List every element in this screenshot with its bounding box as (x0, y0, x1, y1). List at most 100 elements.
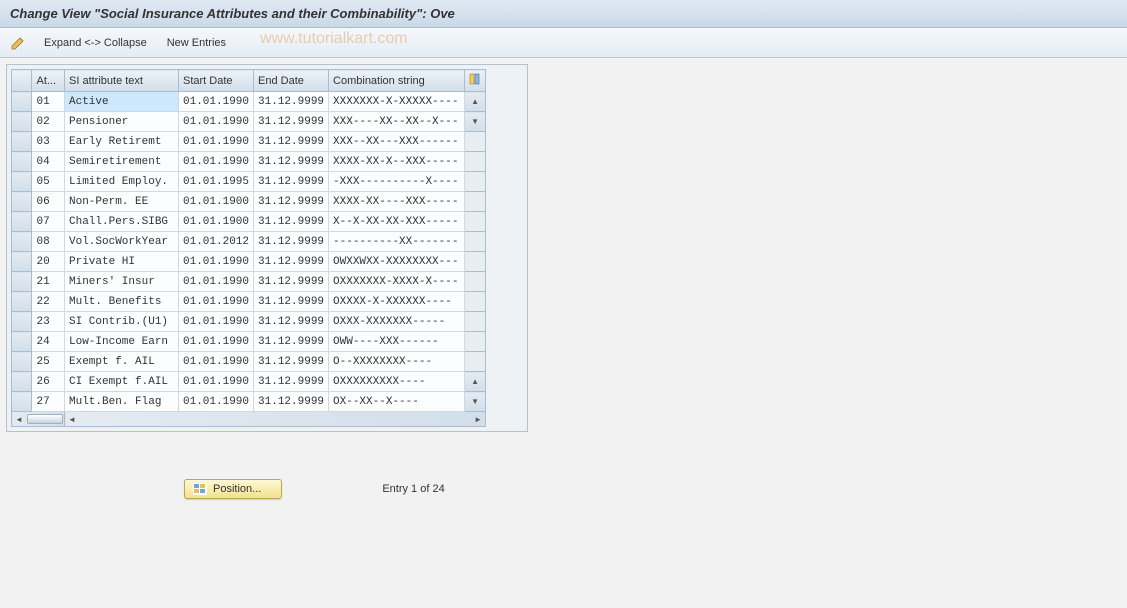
vscroll-track[interactable] (465, 332, 486, 352)
row-handle[interactable] (12, 132, 32, 152)
hscroll-left-icon[interactable]: ◄ (12, 415, 26, 424)
cell-end-date[interactable]: 31.12.9999 (254, 252, 329, 272)
cell-text[interactable]: Non-Perm. EE (65, 192, 179, 212)
table-row[interactable]: 22Mult. Benefits01.01.199031.12.9999 OXX… (12, 292, 486, 312)
cell-combination[interactable]: OWW----XXX------ (329, 332, 465, 352)
table-row[interactable]: 26CI Exempt f.AIL01.01.199031.12.9999 OX… (12, 372, 486, 392)
cell-text[interactable]: Mult.Ben. Flag (65, 392, 179, 412)
row-handle[interactable] (12, 292, 32, 312)
table-row[interactable]: 27Mult.Ben. Flag01.01.199031.12.9999 OX-… (12, 392, 486, 412)
cell-at[interactable]: 22 (32, 292, 65, 312)
cell-at[interactable]: 25 (32, 352, 65, 372)
vscroll-track[interactable] (465, 212, 486, 232)
vscroll-track[interactable] (465, 252, 486, 272)
cell-text[interactable]: Limited Employ. (65, 172, 179, 192)
cell-combination[interactable]: OWXXWXX-XXXXXXXX--- (329, 252, 465, 272)
cell-at[interactable]: 08 (32, 232, 65, 252)
table-row[interactable]: 04Semiretirement01.01.199031.12.9999XXXX… (12, 152, 486, 172)
table-row[interactable]: 06Non-Perm. EE01.01.190031.12.9999XXXX-X… (12, 192, 486, 212)
row-handle[interactable] (12, 332, 32, 352)
cell-text[interactable]: Mult. Benefits (65, 292, 179, 312)
vscroll-track[interactable] (465, 292, 486, 312)
cell-start-date[interactable]: 01.01.1990 (179, 352, 254, 372)
cell-end-date[interactable]: 31.12.9999 (254, 232, 329, 252)
new-entries-button[interactable]: New Entries (163, 35, 230, 51)
cell-end-date[interactable]: 31.12.9999 (254, 112, 329, 132)
cell-start-date[interactable]: 01.01.1990 (179, 372, 254, 392)
table-settings-icon[interactable] (469, 77, 481, 88)
header-row-handle[interactable] (12, 70, 32, 92)
cell-combination[interactable]: X--X-XX-XX-XXX----- (329, 212, 465, 232)
row-handle[interactable] (12, 392, 32, 412)
cell-at[interactable]: 06 (32, 192, 65, 212)
cell-end-date[interactable]: 31.12.9999 (254, 272, 329, 292)
cell-start-date[interactable]: 01.01.1990 (179, 152, 254, 172)
column-header-text[interactable]: SI attribute text (65, 70, 179, 92)
cell-end-date[interactable]: 31.12.9999 (254, 392, 329, 412)
row-handle[interactable] (12, 252, 32, 272)
cell-end-date[interactable]: 31.12.9999 (254, 292, 329, 312)
cell-text[interactable]: Active (65, 92, 179, 112)
row-handle[interactable] (12, 272, 32, 292)
cell-text[interactable]: CI Exempt f.AIL (65, 372, 179, 392)
expand-collapse-button[interactable]: Expand <-> Collapse (40, 35, 151, 51)
vscroll-up-icon[interactable]: ▲ (465, 92, 486, 112)
cell-at[interactable]: 07 (32, 212, 65, 232)
cell-at[interactable]: 02 (32, 112, 65, 132)
cell-at[interactable]: 05 (32, 172, 65, 192)
table-row[interactable]: 23SI Contrib.(U1)01.01.199031.12.9999 OX… (12, 312, 486, 332)
cell-start-date[interactable]: 01.01.1990 (179, 112, 254, 132)
cell-start-date[interactable]: 01.01.1990 (179, 292, 254, 312)
row-handle[interactable] (12, 232, 32, 252)
row-handle[interactable] (12, 372, 32, 392)
cell-at[interactable]: 27 (32, 392, 65, 412)
cell-start-date[interactable]: 01.01.1990 (179, 312, 254, 332)
cell-combination[interactable]: XXXX-XX----XXX----- (329, 192, 465, 212)
vscroll-down-icon[interactable]: ▼ (465, 392, 486, 412)
cell-text[interactable]: Semiretirement (65, 152, 179, 172)
cell-at[interactable]: 24 (32, 332, 65, 352)
cell-start-date[interactable]: 01.01.1990 (179, 272, 254, 292)
cell-end-date[interactable]: 31.12.9999 (254, 132, 329, 152)
cell-text[interactable]: Private HI (65, 252, 179, 272)
toggle-edit-icon[interactable] (8, 33, 28, 53)
column-header-end[interactable]: End Date (254, 70, 329, 92)
cell-end-date[interactable]: 31.12.9999 (254, 372, 329, 392)
cell-combination[interactable]: ----------XX------- (329, 232, 465, 252)
cell-combination[interactable]: OX--XX--X---- (329, 392, 465, 412)
cell-combination[interactable]: -XXX----------X---- (329, 172, 465, 192)
table-row[interactable]: 20Private HI01.01.199031.12.9999OWXXWXX-… (12, 252, 486, 272)
row-handle[interactable] (12, 312, 32, 332)
row-handle[interactable] (12, 92, 32, 112)
hscroll-left2-icon[interactable]: ◄ (65, 415, 79, 424)
cell-text[interactable]: Early Retiremt (65, 132, 179, 152)
cell-start-date[interactable]: 01.01.1900 (179, 212, 254, 232)
cell-at[interactable]: 23 (32, 312, 65, 332)
cell-end-date[interactable]: 31.12.9999 (254, 212, 329, 232)
cell-end-date[interactable]: 31.12.9999 (254, 352, 329, 372)
table-settings-header[interactable] (465, 70, 486, 92)
vscroll-track[interactable] (465, 172, 486, 192)
row-handle[interactable] (12, 212, 32, 232)
cell-end-date[interactable]: 31.12.9999 (254, 172, 329, 192)
cell-combination[interactable]: XXX----XX--XX--X--- (329, 112, 465, 132)
cell-start-date[interactable]: 01.01.1995 (179, 172, 254, 192)
cell-start-date[interactable]: 01.01.1990 (179, 252, 254, 272)
cell-text[interactable]: Low-Income Earn (65, 332, 179, 352)
cell-combination[interactable]: OXXXXXXXXX---- (329, 372, 465, 392)
cell-combination[interactable]: OXXXX-X-XXXXXX---- (329, 292, 465, 312)
cell-text[interactable]: SI Contrib.(U1) (65, 312, 179, 332)
table-row[interactable]: 08Vol.SocWorkYear01.01.201231.12.9999---… (12, 232, 486, 252)
cell-start-date[interactable]: 01.01.2012 (179, 232, 254, 252)
cell-at[interactable]: 21 (32, 272, 65, 292)
row-handle[interactable] (12, 112, 32, 132)
cell-text[interactable]: Exempt f. AIL (65, 352, 179, 372)
table-row[interactable]: 24Low-Income Earn01.01.199031.12.9999 OW… (12, 332, 486, 352)
hscroll-right-icon[interactable]: ► (471, 415, 485, 424)
cell-end-date[interactable]: 31.12.9999 (254, 332, 329, 352)
cell-at[interactable]: 20 (32, 252, 65, 272)
cell-at[interactable]: 04 (32, 152, 65, 172)
table-row[interactable]: 07Chall.Pers.SIBG01.01.190031.12.9999X--… (12, 212, 486, 232)
cell-start-date[interactable]: 01.01.1990 (179, 132, 254, 152)
cell-at[interactable]: 26 (32, 372, 65, 392)
